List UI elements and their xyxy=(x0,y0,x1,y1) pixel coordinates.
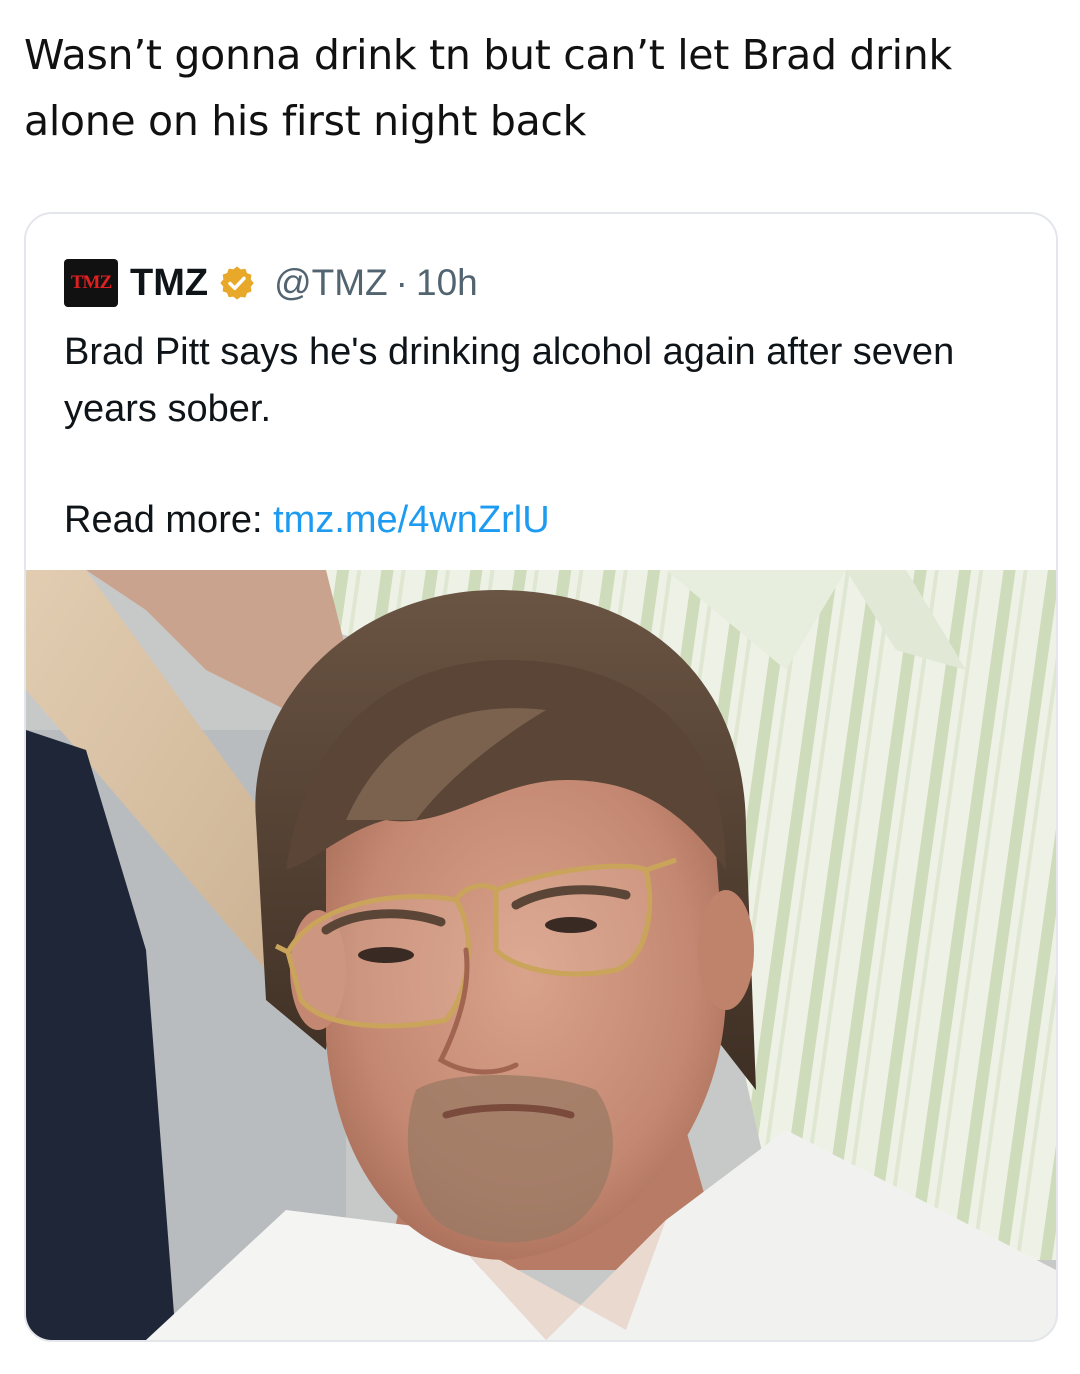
meta-separator: · xyxy=(395,262,408,303)
tweet-photo[interactable] xyxy=(26,570,1056,1340)
author-handle[interactable]: @TMZ xyxy=(274,262,388,304)
tweet-timestamp[interactable]: 10h xyxy=(416,262,478,304)
quoted-tweet-card[interactable]: TMZ TMZ @TMZ · 10h Brad Pitt says he's d… xyxy=(24,212,1058,1342)
post-caption: Wasn’t gonna drink tn but can’t let Brad… xyxy=(24,31,952,145)
portrait-photo xyxy=(26,570,1056,1340)
tmz-avatar[interactable]: TMZ xyxy=(64,259,118,307)
read-more-line: Read more: tmz.me/4wnZrlU xyxy=(64,492,550,549)
tweet-header: TMZ TMZ @TMZ · 10h xyxy=(64,258,478,308)
avatar-logo-text: TMZ xyxy=(70,272,112,293)
tweet-text: Brad Pitt says he's drinking alcohol aga… xyxy=(64,331,955,430)
verified-badge-icon xyxy=(220,266,254,300)
read-more-link[interactable]: tmz.me/4wnZrlU xyxy=(273,499,550,541)
author-display-name[interactable]: TMZ xyxy=(130,262,208,305)
read-more-label: Read more: xyxy=(64,499,263,541)
